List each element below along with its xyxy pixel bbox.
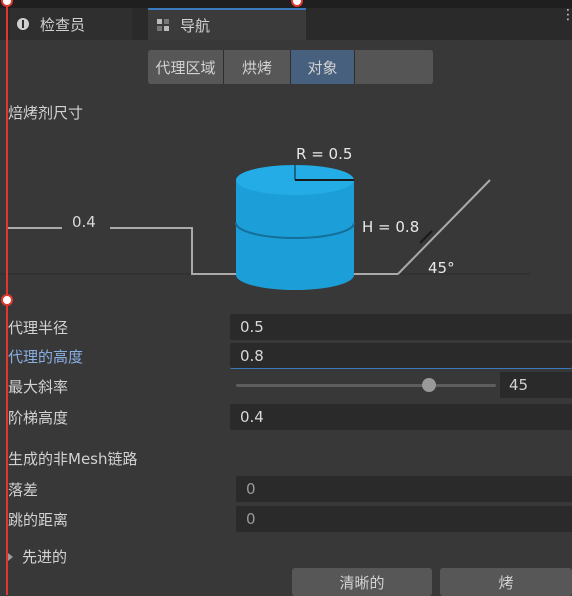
max-slope-slider[interactable] [236,384,496,387]
jump-distance-label: 跳的距离 [8,511,69,529]
segment-extra[interactable] [355,50,433,84]
tab-inspector[interactable]: 检查员 [10,8,132,40]
height-label: H = 0.8 [362,218,419,236]
step-height-label: 0.4 [72,213,96,231]
radius-label: R = 0.5 [296,145,352,163]
segment-agents[interactable]: 代理区域 [148,50,224,84]
more-options-icon[interactable]: ⋮ [561,8,572,28]
segment-bake-label: 烘烤 [241,58,272,77]
step-line [110,227,236,275]
agent-radius-field[interactable]: 0.5 [230,314,572,340]
max-slope-slider-handle[interactable] [422,378,436,392]
agent-radius-label: 代理半径 [8,319,69,337]
agent-height-label: 代理的高度 [8,348,84,366]
jump-distance-field[interactable]: 0 [236,506,572,532]
advanced-label: 先进的 [22,548,68,566]
agent-size-diagram: 0.4 R = 0.5 H = 0.8 45° [0,145,530,290]
bake-button[interactable]: 烤 [440,568,572,596]
offmesh-links-title: 生成的非Mesh链路 [8,450,138,468]
clear-button[interactable]: 清晰的 [292,568,432,596]
advanced-foldout[interactable]: 先进的 [8,546,67,567]
segment-bake[interactable]: 烘烤 [224,50,291,84]
slope-angle-label: 45° [428,259,455,277]
agent-cylinder-body [236,180,354,290]
drop-height-field[interactable]: 0 [236,476,572,502]
segment-object-label: 对象 [307,58,338,77]
foldout-arrow-icon [8,552,13,561]
guide-handle-middle[interactable] [1,294,13,306]
tab-navigation-label: 导航 [180,16,211,35]
bake-agent-size-title: 焙烤剂尺寸 [8,104,84,122]
info-icon [16,17,30,31]
window-top-strip [0,0,572,8]
segment-agents-label: 代理区域 [155,58,216,77]
max-slope-label: 最大斜率 [8,378,69,396]
tab-inspector-label: 检查员 [40,15,86,34]
step-height-label: 阶梯高度 [8,409,69,427]
navigation-icon [156,18,170,32]
segment-object[interactable]: 对象 [291,50,355,84]
tab-navigation[interactable]: 导航 [148,8,306,40]
navigation-mode-selector: 代理区域 烘烤 对象 [148,50,433,84]
drop-height-label: 落差 [8,481,39,499]
max-slope-field[interactable]: 45 [500,372,572,398]
step-height-field[interactable]: 0.4 [230,404,572,430]
agent-height-field[interactable]: 0.8 [230,343,572,369]
